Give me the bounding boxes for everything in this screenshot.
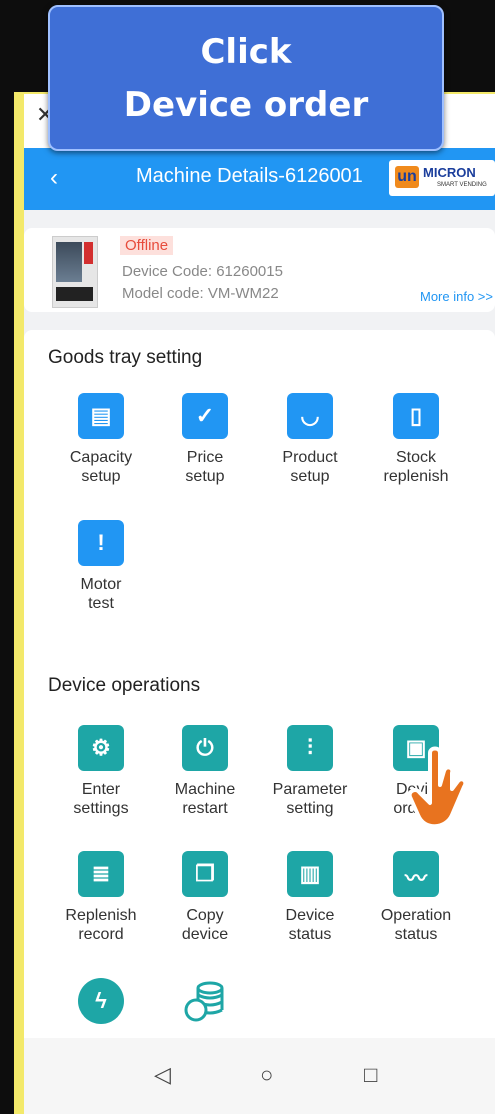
record-icon: ≣ [78,851,124,897]
model-code: Model code: VM-WM22 [122,285,279,302]
stock-replenish-button[interactable]: ▯ Stock replenish [366,393,466,486]
machine-restart-button[interactable]: ⏻ Machine restart [155,725,255,818]
capacity-setup-button[interactable]: ▤ Capacity setup [51,393,151,486]
phone-screen: ✕ ‹ Machine Details-6126001 un MICRON SM… [24,94,495,1114]
pointer-hand-icon [400,745,480,835]
operation-status-button[interactable]: 〰 Operation status [366,851,466,944]
copy-device-button[interactable]: ❐ Copy device [155,851,255,944]
app-header: ‹ Machine Details-6126001 un MICRON SMAR… [24,148,495,210]
device-card: Offline Device Code: 61260015 Model code… [24,228,495,312]
vending-machine-image [52,236,98,308]
status-badge: Offline [120,236,174,255]
tile-label: Machine restart [174,781,236,817]
coins-icon [182,978,228,1024]
bag-icon: ◡ [287,393,333,439]
coins-button[interactable] [155,978,255,1024]
tile-label: Enter settings [73,781,129,817]
tile-label: Motor test [80,576,122,612]
tile-label: Product setup [282,449,338,485]
clipboard-check-icon: ✓ [182,393,228,439]
brand-tagline: SMART VENDING [437,182,487,188]
replenish-record-button[interactable]: ≣ Replenish record [51,851,151,944]
tray-icon: ▤ [78,393,124,439]
tile-label: Replenish record [65,907,137,943]
lightning-icon: ϟ [78,978,124,1024]
tile-label: Stock replenish [383,449,449,485]
back-icon[interactable]: ‹ [50,164,58,192]
phone-icon: ▯ [393,393,439,439]
page-title: Machine Details-6126001 [136,165,363,187]
copy-icon: ❐ [182,851,228,897]
tile-label: Operation status [380,907,452,943]
banner-line-1: Click [200,32,292,72]
tile-label: Parameter setting [272,781,348,817]
nav-back-icon[interactable]: ◁ [154,1062,171,1088]
motor-test-button[interactable]: ! Motor test [51,520,151,613]
section-title: Goods tray setting [48,347,203,368]
brand-name: MICRON [423,165,476,180]
enter-settings-button[interactable]: ⚙ Enter settings [51,725,151,818]
chart-icon: 〰 [393,851,439,897]
parameter-setting-button[interactable]: ⫶ Parameter setting [260,725,360,818]
tile-label: Copy device [181,907,229,943]
alert-icon: ! [78,520,124,566]
book-icon: ▥ [287,851,333,897]
banner-line-2: Device order [123,85,369,125]
nav-home-icon[interactable]: ○ [260,1062,273,1088]
section-title: Device operations [48,675,201,696]
logo-mark-icon: un [395,166,419,188]
tile-label: Capacity setup [69,449,133,485]
goods-tray-panel: Goods tray setting ▤ Capacity setup ✓ Pri… [24,330,495,712]
device-status-button[interactable]: ▥ Device status [260,851,360,944]
price-setup-button[interactable]: ✓ Price setup [155,393,255,486]
device-code: Device Code: 61260015 [122,263,283,280]
tile-label: Device status [285,907,335,943]
nav-recents-icon[interactable]: □ [364,1062,377,1088]
gear-icon: ⚙ [78,725,124,771]
instruction-banner: Click Device order [48,5,444,151]
sliders-icon: ⫶ [287,725,333,771]
android-nav-bar: ◁ ○ □ [24,1038,495,1114]
power-action-button[interactable]: ϟ [51,978,151,1024]
brand-logo: un MICRON SMART VENDING [389,160,495,196]
more-info-link[interactable]: More info >> [420,289,493,304]
tile-label: Price setup [185,449,225,485]
product-setup-button[interactable]: ◡ Product setup [260,393,360,486]
power-icon: ⏻ [182,725,228,771]
